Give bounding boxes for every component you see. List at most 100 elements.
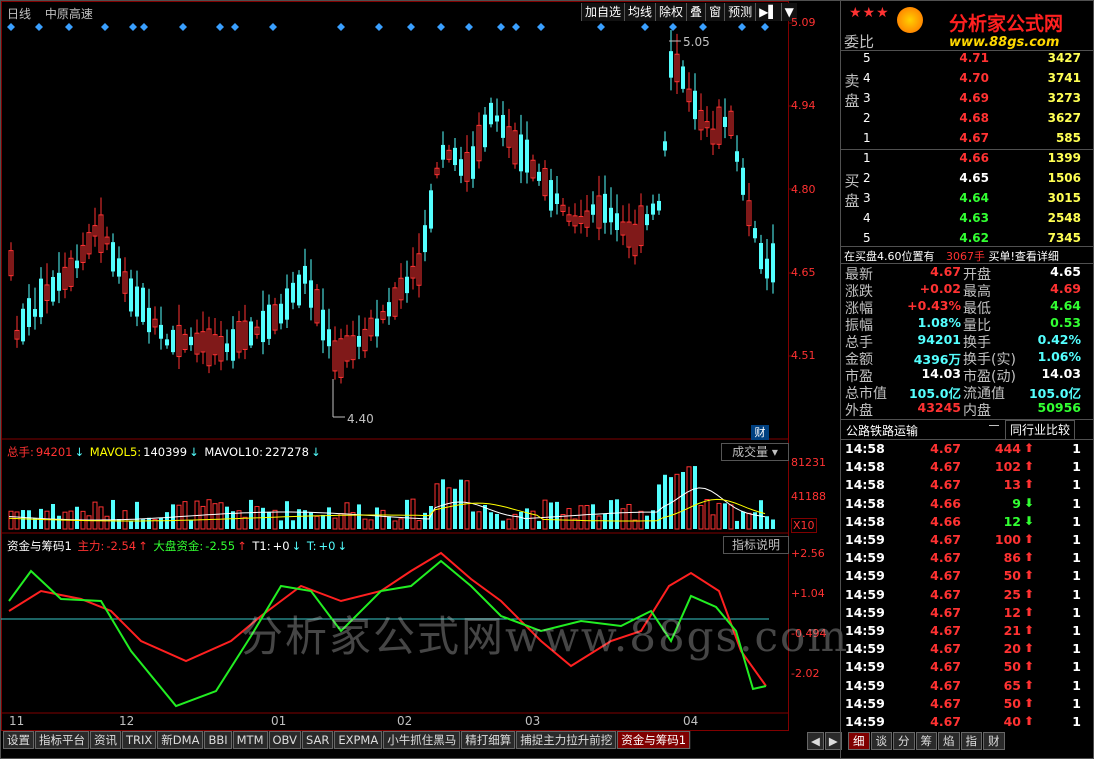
bottom-tab[interactable]: MTM <box>232 731 268 749</box>
order-notice[interactable]: 在买盘4.60位置有 3067手 买单!查看详细 <box>844 248 1059 264</box>
finance-badge[interactable]: 财 <box>751 425 769 440</box>
right-tab[interactable]: 分 <box>893 732 915 750</box>
tick-count: 1 <box>1072 550 1081 566</box>
arrow-right-icon[interactable]: ▶▌ <box>755 3 781 21</box>
price-axis-label: 5.09 <box>791 16 816 29</box>
candle-body <box>297 274 301 306</box>
stock-terminal-window: 日线 中原高速 加自选 均线 除权 叠 窗 预测 ▶▌ ▼ 5.09 4.94 … <box>0 0 1094 759</box>
volume-bar <box>147 517 151 529</box>
bottom-tab[interactable]: 精打细算 <box>461 731 516 749</box>
window-button[interactable]: 窗 <box>705 3 725 21</box>
volume-bar <box>555 501 559 529</box>
right-tab[interactable]: 指 <box>960 732 982 750</box>
level-number: 5 <box>863 231 871 245</box>
signal-diamond-icon <box>231 23 239 31</box>
forecast-button[interactable]: 预测 <box>724 3 756 21</box>
volume-bar <box>723 503 727 529</box>
signal-diamond-icon <box>497 23 505 31</box>
mavol5-value: 140399 <box>143 445 188 459</box>
tick-time: 14:59 <box>845 568 885 584</box>
tick-count: 1 <box>1072 459 1081 475</box>
industry-compare-button[interactable]: 同行业比较 <box>1005 420 1076 440</box>
volume-bar <box>506 518 512 530</box>
right-tab[interactable]: 焰 <box>938 732 960 750</box>
signal-diamond-icon <box>537 23 545 31</box>
right-tab[interactable]: 筹 <box>915 732 937 750</box>
bottom-tab[interactable]: 设置 <box>3 731 34 749</box>
overlay-button[interactable]: 叠 <box>686 3 706 21</box>
volume-bar <box>218 502 224 530</box>
bottom-tab[interactable]: BBI <box>204 731 232 749</box>
volume-bar <box>704 499 710 530</box>
signal-diamond-icon <box>738 23 746 31</box>
level-volume: 3273 <box>1047 91 1081 105</box>
tick-count: 1 <box>1072 677 1081 693</box>
tick-count: 1 <box>1072 714 1081 729</box>
bottom-tab[interactable]: 资金与筹码1 <box>617 731 691 749</box>
candle-body <box>525 139 529 173</box>
x-axis-label: 03 <box>525 714 541 728</box>
signal-diamond-icon <box>375 23 383 31</box>
candle-body <box>741 167 745 195</box>
candle-body <box>39 278 43 318</box>
arrow-down-icon: ⬇ <box>1024 495 1035 510</box>
level-volume: 2548 <box>1047 211 1081 225</box>
add-watchlist-button[interactable]: 加自选 <box>581 3 625 21</box>
volume-bar <box>578 505 584 530</box>
volume-bar <box>8 510 14 530</box>
candle-body <box>501 114 505 138</box>
moving-average-button[interactable]: 均线 <box>624 3 656 21</box>
bottom-tab[interactable]: 资讯 <box>90 731 121 749</box>
signal-diamond-icon <box>216 23 224 31</box>
bottom-tab[interactable]: SAR <box>301 731 334 749</box>
indicator-axis-label: -2.02 <box>791 667 820 680</box>
volume-bar <box>21 510 25 529</box>
scroll-left-icon[interactable]: ◀ <box>807 732 824 750</box>
volume-bar <box>698 504 704 530</box>
indicator-help-button[interactable]: 指标说明 <box>723 536 789 554</box>
tick-volume: 20 <box>1003 641 1021 657</box>
indicator-axis-label: +2.56 <box>791 547 825 560</box>
candle-body <box>117 258 121 277</box>
quote-value: 0.42% <box>1037 332 1081 347</box>
tick-volume: 12 <box>1003 604 1021 620</box>
level-number: 4 <box>863 211 871 225</box>
tick-price: 4.67 <box>930 477 961 493</box>
bottom-tab[interactable]: 捕捉主力拉升前挖 <box>516 731 617 749</box>
volume-bar <box>681 471 685 529</box>
bottom-tab[interactable]: TRIX <box>122 731 157 749</box>
volume-bar <box>609 500 613 529</box>
collapse-icon[interactable] <box>989 425 999 426</box>
volume-bar <box>357 504 361 529</box>
main-force-value: -2.54 <box>106 539 137 553</box>
bottom-tab[interactable]: 指标平台 <box>35 731 89 749</box>
candle-body <box>669 51 673 78</box>
tick-price: 4.67 <box>930 623 961 638</box>
period-label[interactable]: 日线 <box>7 7 31 21</box>
market-fund-value: -2.55 <box>205 539 236 553</box>
right-tab[interactable]: 谈 <box>870 732 892 750</box>
level-price: 4.64 <box>959 191 989 205</box>
bottom-tab[interactable]: EXPMA <box>334 731 383 749</box>
volume-bar <box>471 511 475 529</box>
mavol10-value: 227278 <box>265 445 309 459</box>
volume-bar <box>464 480 470 530</box>
volume-bar <box>92 501 98 530</box>
right-tab[interactable]: 细 <box>848 732 870 750</box>
signal-diamond-icon <box>407 23 415 31</box>
tick-time: 14:58 <box>845 441 885 456</box>
right-tab[interactable]: 财 <box>983 732 1005 750</box>
bottom-tab[interactable]: OBV <box>268 731 301 749</box>
volume-label: 总手: <box>7 445 34 459</box>
volume-bar <box>716 502 722 530</box>
bottom-tab[interactable]: 新DMA <box>157 731 204 749</box>
volume-bar <box>392 520 398 530</box>
quote-value: +0.43% <box>907 298 961 313</box>
volume-bar <box>501 520 505 529</box>
candle-body <box>57 272 61 291</box>
bottom-tab[interactable]: 小牛抓住黑马 <box>383 731 461 749</box>
volume-indicator-dropdown[interactable]: 成交量 ▾ <box>721 443 789 461</box>
volume-bar <box>591 504 595 529</box>
logo-title: 分析家公式网 <box>949 13 1064 35</box>
ex-rights-button[interactable]: 除权 <box>655 3 687 21</box>
